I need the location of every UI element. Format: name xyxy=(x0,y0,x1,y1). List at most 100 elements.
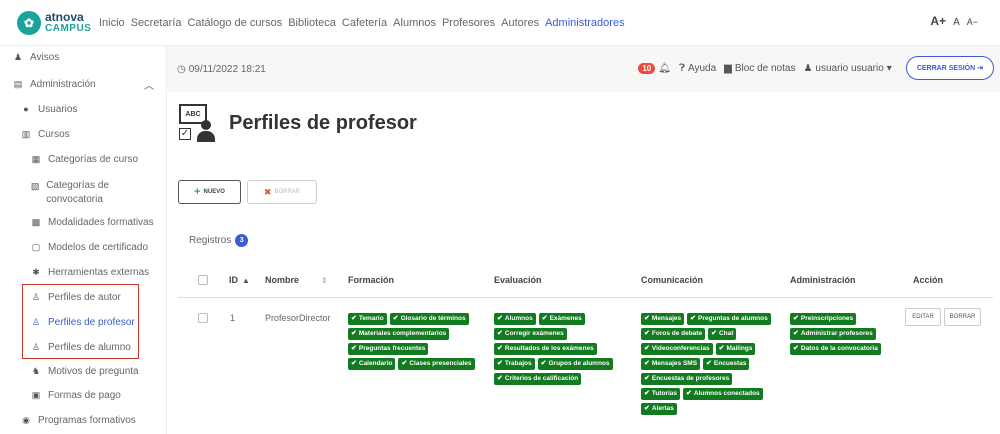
permission-tag: ✔ Mailings xyxy=(715,343,756,355)
sidebar-item-usuarios[interactable]: ● Usuarios xyxy=(20,104,77,115)
brand-sub: CAMPUS xyxy=(45,22,92,34)
sidebar-item-formas-pago[interactable]: ▣ Formas de pago xyxy=(30,390,121,401)
check-icon: ✔ xyxy=(351,330,357,337)
nav-autores[interactable]: Autores xyxy=(501,17,539,29)
permission-tag: ✔ Resultados de los exámenes xyxy=(494,343,597,355)
check-icon: ✔ xyxy=(686,390,692,397)
user-menu[interactable]: ♟ usuario usuario ▾ xyxy=(803,63,891,74)
col-evaluacion: Evaluación xyxy=(494,275,542,285)
notes-link[interactable]: ▆ Bloc de notas xyxy=(724,63,795,74)
delete-button[interactable]: ✖ BORRAR xyxy=(247,180,317,204)
permission-tag: ✔ Corregir exámenes xyxy=(494,328,567,340)
font-increase-button[interactable]: A+ xyxy=(930,14,946,28)
permission-tag: ✔ Preguntas de alumnos xyxy=(687,313,771,325)
delete-icon: ✖ xyxy=(263,186,272,197)
col-formacion: Formación xyxy=(348,275,395,285)
program-icon: ◉ xyxy=(22,415,30,425)
row-delete-button[interactable]: BORRAR xyxy=(944,308,981,326)
main-content: ABC ✓ Perfiles de profesor + NUEVO ✖ BOR… xyxy=(167,92,1000,434)
permission-tag: ✔ Exámenes xyxy=(538,313,585,325)
nav-catalogo[interactable]: Catálogo de cursos xyxy=(187,17,282,29)
sidebar-item-categorias-convocatoria[interactable]: ▧ Categorías de convocatoria xyxy=(30,179,150,207)
nav-biblioteca[interactable]: Biblioteca xyxy=(288,17,336,29)
permission-tag: ✔ Glosario de términos xyxy=(389,313,469,325)
brand-name: atnova xyxy=(45,9,84,24)
row-id: 1 xyxy=(230,313,236,323)
col-name[interactable]: Nombre ⇕ xyxy=(265,275,328,285)
check-icon: ✔ xyxy=(711,330,717,337)
bell-icon: 🔔︎ xyxy=(658,62,671,74)
check-icon: ✔ xyxy=(401,360,408,367)
permission-tag: ✔ Encuestas de profesores xyxy=(641,373,733,385)
records-count: Registros 3 xyxy=(189,234,249,247)
sidebar-item-programas[interactable]: ◉ Programas formativos xyxy=(20,415,136,426)
sidebar-item-motivos-pregunta[interactable]: ♞ Motivos de pregunta xyxy=(30,366,139,377)
edit-button[interactable]: EDITAR xyxy=(905,308,941,326)
sidebar-item-modalidades[interactable]: ▩ Modalidades formativas xyxy=(30,217,154,228)
sidebar-item-administracion[interactable]: ▤ Administración xyxy=(12,79,96,90)
permission-tag: ✔ Mensajes xyxy=(641,313,685,325)
sidebar-item-cursos[interactable]: ▥ Cursos xyxy=(20,129,70,140)
nav-profesores[interactable]: Profesores xyxy=(442,17,495,29)
sort-icon: ▲ xyxy=(242,276,250,285)
nav-administradores[interactable]: Administradores xyxy=(545,17,624,29)
nav-cafeteria[interactable]: Cafetería xyxy=(342,17,387,29)
sidebar-item-modelos-certificado[interactable]: ▢ Modelos de certificado xyxy=(30,242,148,253)
permission-tag: ✔ Alertas xyxy=(641,403,677,415)
new-button[interactable]: + NUEVO xyxy=(178,180,241,204)
logo[interactable]: ✿ atnova CAMPUS xyxy=(17,9,97,35)
check-icon: ✔ xyxy=(541,315,548,322)
administracion-tags: ✔ Preinscripciones ✔ Administrar profesores… xyxy=(790,313,890,355)
font-size-controls: A+ A A− xyxy=(930,14,978,28)
font-reset-button[interactable]: A xyxy=(953,17,960,28)
chevron-up-icon[interactable]: ︿ xyxy=(144,77,154,92)
book-icon: ▤ xyxy=(13,79,23,89)
bell-icon: ♟ xyxy=(13,52,23,62)
permission-tag: ✔ Administrar profesores xyxy=(790,328,876,340)
highlight-box xyxy=(22,284,139,359)
sidebar-item-herramientas[interactable]: ✱ Herramientas externas xyxy=(30,267,149,278)
tools-icon: ✱ xyxy=(32,267,40,277)
logout-button[interactable]: CERRAR SESIÓN ⇥ xyxy=(905,56,994,80)
sidebar-item-categorias-curso[interactable]: ▦ Categorías de curso xyxy=(30,154,138,165)
permission-tag: ✔ Temario xyxy=(348,313,387,325)
row-name: ProfesorDirector xyxy=(265,313,331,323)
notifications-badge: 10 xyxy=(638,62,656,74)
clock-icon: ◷ xyxy=(177,63,186,75)
sidebar-item-avisos[interactable]: ♟ Avisos xyxy=(12,52,59,63)
check-icon: ✔ xyxy=(497,315,503,322)
notifications-button[interactable]: 10 🔔︎ xyxy=(638,62,671,74)
logout-icon: ⇥ xyxy=(977,65,983,72)
permission-tag: ✔ Videoconferencias xyxy=(641,343,713,355)
datetime: ◷ 09/11/2022 18:21 xyxy=(177,63,266,75)
nav-secretaria[interactable]: Secretaría xyxy=(131,17,182,29)
sidebar: ♟ Avisos ▤ Administración ︿ ● Usuarios ▥ Cur… xyxy=(0,46,167,434)
sort-icon: ⇕ xyxy=(321,276,328,285)
font-decrease-button[interactable]: A− xyxy=(967,17,978,27)
permission-tag: ✔ Calendario xyxy=(348,358,396,370)
notepad-icon: ▆ xyxy=(724,62,732,74)
check-icon: ✔ xyxy=(497,360,503,367)
certificate-icon: ▢ xyxy=(31,242,41,252)
nav-alumnos[interactable]: Alumnos xyxy=(393,17,436,29)
help-link[interactable]: ❓︎ Ayuda xyxy=(679,63,716,74)
check-icon: ✔ xyxy=(718,345,725,352)
permission-tag: ✔ Materiales complementarios xyxy=(348,328,450,340)
page-title: Perfiles de profesor xyxy=(229,111,417,134)
row-checkbox[interactable] xyxy=(198,313,208,323)
permission-tag: ✔ Criterios de calificación xyxy=(494,373,582,385)
permission-tag: ✔ Encuestas xyxy=(703,358,750,370)
payment-icon: ▣ xyxy=(31,390,41,400)
col-accion: Acción xyxy=(913,275,944,285)
permission-tag: ✔ Preguntas frecuentes xyxy=(348,343,429,355)
permission-tag: ✔ Datos de la convocatoria xyxy=(790,343,881,355)
check-icon: ✔ xyxy=(497,345,503,352)
nav-inicio[interactable]: Inicio xyxy=(99,17,125,29)
check-icon: ✔ xyxy=(351,360,357,367)
col-id[interactable]: ID ▲ xyxy=(229,275,250,285)
plus-icon: + xyxy=(194,186,201,198)
select-all-checkbox[interactable] xyxy=(198,275,208,285)
permission-tag: ✔ Alumnos conectados xyxy=(683,388,763,400)
check-icon: ✔ xyxy=(644,360,650,367)
check-icon: ✔ xyxy=(644,375,650,382)
